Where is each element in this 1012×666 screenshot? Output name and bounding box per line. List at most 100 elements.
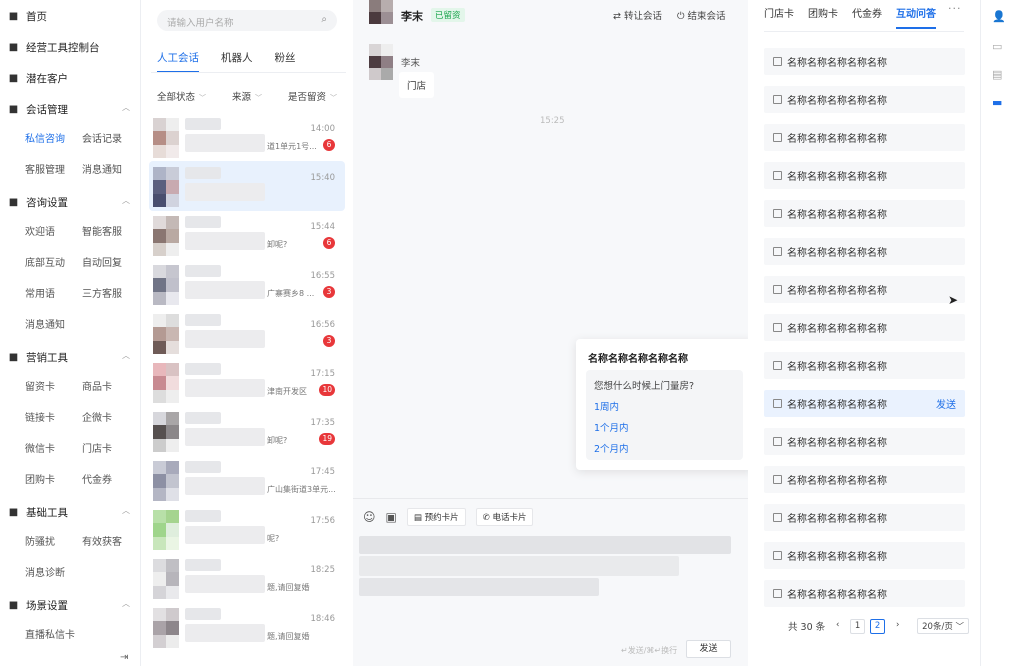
tab-store-card[interactable]: 门店卡 (764, 5, 794, 29)
sidebar-subitem[interactable]: 三方客服 (82, 285, 122, 300)
qa-item[interactable]: 名称名称名称名称名称 (764, 48, 965, 75)
qa-item[interactable]: 名称名称名称名称名称 (764, 352, 965, 379)
conversation-item[interactable]: 14:00 道1单元1号... 6 (149, 112, 345, 162)
appointment-card-button[interactable]: ▤ 预约卡片 (406, 508, 466, 526)
sidebar-group-2[interactable]: ■ 营销工具 (8, 347, 68, 367)
collapse-sidebar-icon[interactable]: ⇥ (120, 652, 128, 663)
sidebar-subitem[interactable]: 消息通知 (82, 161, 122, 176)
transfer-button[interactable]: ⇄ 转让会话 (613, 8, 662, 22)
conversation-item[interactable]: 18:46 题,请回复婚 (149, 602, 345, 652)
sidebar-subitem[interactable]: 留资卡 (25, 378, 55, 393)
filter-status[interactable]: 全部状态 ﹀ (157, 89, 206, 103)
page-size-select[interactable]: 20条/页 ﹀ (917, 618, 970, 634)
conversation-item[interactable]: 16:56 3 (149, 308, 345, 358)
tab-human[interactable]: 人工会话 (157, 50, 199, 73)
contact-card-icon[interactable]: ▤ (992, 68, 1002, 81)
message-input[interactable] (359, 536, 731, 598)
sidebar-subitem[interactable]: 欢迎语 (25, 223, 55, 238)
chevron-up-icon[interactable]: ︿ (122, 598, 130, 609)
qa-item[interactable]: 名称名称名称名称名称 (764, 314, 965, 341)
send-button[interactable]: 发送 (686, 640, 731, 658)
sidebar-subitem[interactable]: 企微卡 (82, 409, 112, 424)
emoji-icon[interactable]: ☺ (363, 510, 376, 524)
search-icon[interactable]: ⌕ (321, 14, 327, 25)
option-item[interactable]: 1个月内 (594, 420, 629, 434)
sidebar-item-1[interactable]: ■ 经营工具控制台 (8, 37, 100, 57)
qa-item[interactable]: 名称名称名称名称名称 (764, 162, 965, 189)
chevron-up-icon[interactable]: ︿ (122, 102, 130, 113)
tab-fans[interactable]: 粉丝 (275, 50, 296, 73)
filter-row: 全部状态 ﹀ 来源 ﹀ 是否留资 ﹀ (157, 89, 337, 103)
option-item[interactable]: 1周内 (594, 399, 619, 413)
prev-page-icon[interactable]: ‹ (830, 619, 845, 634)
sidebar-group-4[interactable]: ■ 场景设置 (8, 595, 68, 615)
qa-item[interactable]: 名称名称名称名称名称 发送 (764, 390, 965, 417)
filter-leads[interactable]: 是否留资 ﹀ (288, 89, 337, 103)
conversation-item[interactable]: 17:45 广山集街道3单元... (149, 455, 345, 505)
sidebar-subitem[interactable]: 会话记录 (82, 130, 122, 145)
conversation-item[interactable]: 15:44 卸呢? 6 (149, 210, 345, 260)
qa-item[interactable]: 名称名称名称名称名称 (764, 504, 965, 531)
sidebar-group-0[interactable]: ■ 会话管理 (8, 99, 68, 119)
sidebar-subitem[interactable]: 团购卡 (25, 471, 55, 486)
sidebar-group-1[interactable]: ■ 咨询设置 (8, 192, 68, 212)
sidebar-subitem[interactable]: 代金券 (82, 471, 112, 486)
chevron-up-icon[interactable]: ︿ (122, 195, 130, 206)
sidebar-subitem[interactable]: 底部互动 (25, 254, 65, 269)
qa-item[interactable]: 名称名称名称名称名称 (764, 200, 965, 227)
end-session-button[interactable]: ⏻ 结束会话 (677, 8, 726, 22)
conversation-item[interactable]: 17:15 津南开发区 10 (149, 357, 345, 407)
sidebar-subitem[interactable]: 商品卡 (82, 378, 112, 393)
qa-item[interactable]: 名称名称名称名称名称 (764, 86, 965, 113)
sidebar-item-2[interactable]: ■ 潜在客户 (8, 68, 68, 88)
qa-item[interactable]: 名称名称名称名称名称 (764, 428, 965, 455)
phone-card-button[interactable]: ✆ 电话卡片 (475, 508, 534, 526)
sidebar-subitem[interactable]: 常用语 (25, 285, 55, 300)
tab-qa[interactable]: 互动问答 (896, 5, 936, 29)
sidebar-subitem[interactable]: 直播私信卡 (25, 626, 75, 641)
sidebar-item-0[interactable]: ■ 首页 (8, 6, 47, 26)
qa-item[interactable]: 名称名称名称名称名称 (764, 276, 965, 303)
sidebar-subitem[interactable]: 消息诊断 (25, 564, 65, 579)
sidebar-subitem[interactable]: 消息通知 (25, 316, 65, 331)
sidebar-subitem[interactable]: 私信咨询 (25, 130, 65, 145)
sidebar-group-3[interactable]: ■ 基础工具 (8, 502, 68, 522)
chevron-up-icon[interactable]: ︿ (122, 505, 130, 516)
tab-group-card[interactable]: 团购卡 (808, 5, 838, 29)
image-icon[interactable]: ▣ (386, 510, 397, 524)
conversation-item[interactable]: 16:55 广寨赛乡8 ... 3 (149, 259, 345, 309)
qa-item[interactable]: 名称名称名称名称名称 (764, 542, 965, 569)
panel-divider (764, 31, 964, 32)
page-2[interactable]: 2 (870, 618, 886, 634)
sidebar-subitem[interactable]: 链接卡 (25, 409, 55, 424)
more-icon[interactable]: ··· (948, 2, 962, 15)
sidebar-subitem[interactable]: 有效获客 (82, 533, 122, 548)
qa-item[interactable]: 名称名称名称名称名称 (764, 124, 965, 151)
tab-robot[interactable]: 机器人 (221, 50, 253, 73)
conversation-item[interactable]: 17:56 呢? (149, 504, 345, 554)
chevron-up-icon[interactable]: ︿ (122, 350, 130, 361)
add-user-icon[interactable]: 👤 (992, 10, 1006, 23)
tab-voucher[interactable]: 代金券 (852, 5, 882, 29)
sidebar-subitem[interactable]: 自动回复 (82, 254, 122, 269)
page-1[interactable]: 1 (850, 618, 866, 634)
send-qa-button[interactable]: 发送 (936, 396, 956, 411)
option-item[interactable]: 2个月内 (594, 441, 629, 455)
sidebar-subitem[interactable]: 客服管理 (25, 161, 65, 176)
chat-icon[interactable]: ▭ (992, 40, 1002, 53)
qa-item-label: 名称名称名称名称名称 (787, 210, 887, 221)
filter-source[interactable]: 来源 ﹀ (232, 89, 262, 103)
search-input[interactable]: 请输入用户名称 ⌕ (157, 10, 337, 31)
qa-item[interactable]: 名称名称名称名称名称 (764, 580, 965, 607)
sidebar-subitem[interactable]: 智能客服 (82, 223, 122, 238)
conversation-item[interactable]: 15:40 (149, 161, 345, 211)
card-tool-icon[interactable]: ▬ (992, 96, 1002, 109)
conversation-item[interactable]: 18:25 题,请回复婚 (149, 553, 345, 603)
qa-item[interactable]: 名称名称名称名称名称 (764, 466, 965, 493)
sidebar-subitem[interactable]: 微信卡 (25, 440, 55, 455)
next-page-icon[interactable]: › (890, 619, 905, 634)
qa-item[interactable]: 名称名称名称名称名称 (764, 238, 965, 265)
sidebar-subitem[interactable]: 防骚扰 (25, 533, 55, 548)
conversation-item[interactable]: 17:35 卸呢? 19 (149, 406, 345, 456)
sidebar-subitem[interactable]: 门店卡 (82, 440, 112, 455)
